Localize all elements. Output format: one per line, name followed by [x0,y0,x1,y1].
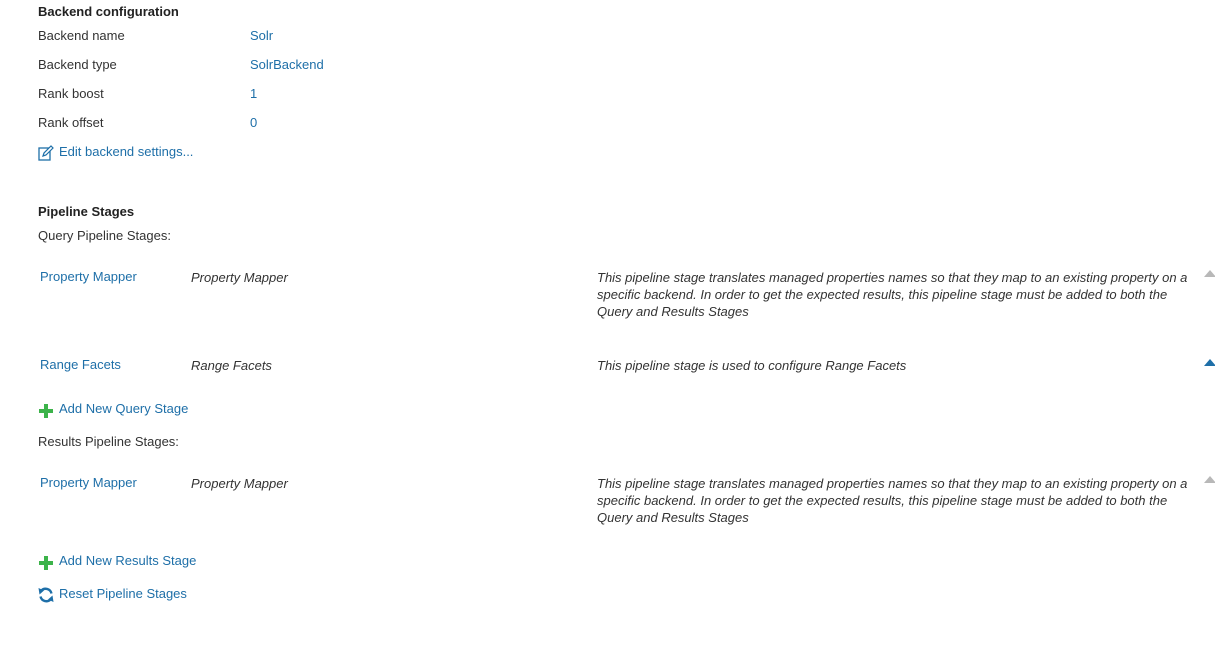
query-stage-type: Property Mapper [191,270,288,285]
pipeline-stages-heading: Pipeline Stages [38,204,135,219]
query-stage-name-link[interactable]: Range Facets [40,357,121,373]
rank-offset-label: Rank offset [38,115,104,130]
backend-name-label: Backend name [38,28,125,43]
add-new-results-stage-link[interactable]: Add New Results Stage [59,553,196,569]
query-stage-description: This pipeline stage is used to configure… [597,358,907,373]
move-up-icon[interactable] [1204,476,1215,483]
rank-offset-value: 0 [250,115,258,130]
backend-type-value: SolrBackend [250,57,324,72]
backend-type-label: Backend type [38,57,117,72]
add-icon[interactable] [38,403,54,419]
query-pipeline-stages-label: Query Pipeline Stages: [38,228,171,243]
query-stage-type: Range Facets [191,358,272,373]
refresh-icon[interactable] [38,587,54,603]
results-stage-type: Property Mapper [191,476,288,491]
add-icon[interactable] [38,555,54,571]
backend-configuration-heading: Backend configuration [38,4,179,19]
edit-backend-settings-link[interactable]: Edit backend settings... [59,144,193,160]
results-pipeline-stages-label: Results Pipeline Stages: [38,434,179,449]
move-up-icon[interactable] [1204,270,1215,277]
rank-boost-value: 1 [250,86,258,101]
results-stage-name-link[interactable]: Property Mapper [40,475,137,491]
edit-icon[interactable] [38,145,54,161]
results-stage-description: This pipeline stage translates managed p… [597,476,1188,525]
backend-name-value: Solr [250,28,274,43]
query-stage-description: This pipeline stage translates managed p… [597,270,1188,319]
move-up-icon[interactable] [1204,359,1215,366]
query-stage-name-link[interactable]: Property Mapper [40,269,137,285]
rank-boost-label: Rank boost [38,86,104,101]
reset-pipeline-stages-link[interactable]: Reset Pipeline Stages [59,586,187,602]
add-new-query-stage-link[interactable]: Add New Query Stage [59,401,188,417]
